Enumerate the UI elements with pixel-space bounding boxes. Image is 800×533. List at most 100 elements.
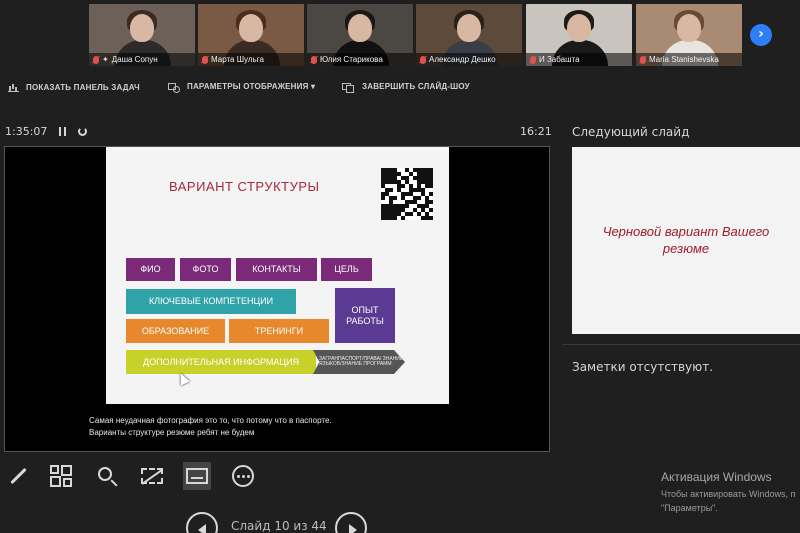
mic-muted-icon: [202, 55, 208, 64]
qr-module: [429, 216, 433, 220]
participant-tile[interactable]: ✦ Даша Сопун: [89, 4, 195, 66]
display-settings-icon: [168, 83, 180, 93]
qr-module: [405, 204, 409, 208]
display-settings-label: ПАРАМЕТРЫ ОТОБРАЖЕНИЯ ▾: [187, 82, 316, 91]
qr-module: [429, 184, 433, 188]
mic-muted-icon: [311, 55, 317, 64]
next-slide-title: Черновой вариант Вашего резюме: [602, 223, 770, 256]
watermark-line-2: "Параметры".: [661, 502, 718, 513]
participant-name-bar: Александр Дешко: [416, 53, 522, 66]
participant-name-bar: Юлия Старикова: [307, 53, 413, 66]
avatar: [567, 14, 591, 42]
avatar: [130, 14, 154, 42]
black-screen-icon: [141, 468, 163, 484]
block-trainings: ТРЕНИНГИ: [229, 319, 329, 343]
block-contacts: КОНТАКТЫ: [236, 258, 317, 281]
block-fio: ФИО: [126, 258, 175, 281]
participant-name: Maria Stanishevska: [649, 55, 719, 64]
slide-title: ВАРИАНТ СТРУКТУРЫ: [169, 179, 320, 194]
block-arrow-details: ЗАГРАНПАСПОРТ/ПРАВА/ ЗНАНИЕ ЯЗЫКОВ/ЗНАНИ…: [313, 350, 405, 374]
qr-module: [389, 188, 393, 192]
presenter-toolbar: ПОКАЗАТЬ ПАНЕЛЬ ЗАДАЧ ПАРАМЕТРЫ ОТОБРАЖЕ…: [0, 78, 800, 100]
participant-tile[interactable]: Юлия Старикова: [307, 4, 413, 66]
presenter-tools: [0, 458, 560, 494]
show-taskbar-button[interactable]: ПОКАЗАТЬ ПАНЕЛЬ ЗАДАЧ: [8, 82, 140, 92]
zoom-button[interactable]: [93, 462, 121, 490]
black-screen-button[interactable]: [138, 462, 166, 490]
avatar: [677, 14, 701, 42]
subtitles-icon: [186, 468, 208, 484]
block-competencies: КЛЮЧЕВЫЕ КОМПЕТЕНЦИИ: [126, 289, 296, 314]
current-slide-stage[interactable]: ВАРИАНТ СТРУКТУРЫ ФИО ФОТО КОНТАКТЫ ЦЕЛЬ…: [4, 146, 550, 452]
next-slide-button[interactable]: [335, 512, 367, 533]
pen-tool-button[interactable]: [4, 462, 32, 490]
taskbar-icon: [8, 82, 19, 92]
avatar: [457, 14, 481, 42]
qr-module: [429, 192, 433, 196]
subtitles-button[interactable]: [183, 462, 211, 490]
watermark-line-1: Чтобы активировать Windows, п: [661, 489, 796, 499]
participant-tile[interactable]: Марта Шульга: [198, 4, 304, 66]
mic-muted-icon: [640, 55, 646, 64]
qr-module: [417, 196, 421, 200]
qr-module: [381, 196, 385, 200]
slide-counter[interactable]: Слайд 10 из 44: [231, 519, 327, 533]
pen-icon: [8, 466, 28, 486]
pin-icon: ✦: [102, 54, 109, 64]
next-slide-preview[interactable]: Черновой вариант Вашего резюме: [572, 147, 800, 334]
watermark-title: Активация Windows: [661, 470, 772, 484]
end-slideshow-icon: [342, 83, 354, 93]
end-slideshow-label: ЗАВЕРШИТЬ СЛАЙД-ШОУ: [362, 82, 470, 91]
mic-muted-icon: [93, 55, 99, 64]
participant-name: Юлия Старикова: [320, 55, 383, 64]
mic-muted-icon: [530, 55, 536, 64]
display-settings-button[interactable]: ПАРАМЕТРЫ ОТОБРАЖЕНИЯ ▾: [168, 82, 316, 93]
next-slide-label: Следующий слайд: [572, 125, 690, 139]
qr-module: [429, 208, 433, 212]
block-experience: ОПЫТ РАБОТЫ: [335, 288, 395, 343]
next-participants-button[interactable]: ›: [750, 24, 772, 46]
windows-activation-watermark: Активация Windows Чтобы активировать Win…: [661, 470, 795, 515]
reset-timer-icon[interactable]: [78, 127, 88, 136]
more-options-button[interactable]: [229, 462, 257, 490]
participant-name-bar: И Забашта: [526, 53, 632, 66]
elapsed-timer: 1:35:07: [5, 125, 88, 138]
speaker-notes-line-1: Самая неудачная фотография это то, что п…: [89, 416, 332, 425]
qr-module: [429, 200, 433, 204]
more-icon: [232, 465, 254, 487]
show-taskbar-label: ПОКАЗАТЬ ПАНЕЛЬ ЗАДАЧ: [26, 82, 140, 92]
end-slideshow-button[interactable]: ЗАВЕРШИТЬ СЛАЙД-ШОУ: [342, 82, 470, 93]
participant-name-bar: Марта Шульга: [198, 53, 304, 66]
block-goal: ЦЕЛЬ: [321, 258, 372, 281]
qr-module: [409, 212, 413, 216]
participant-name-bar: Maria Stanishevska: [636, 53, 742, 66]
panel-divider: [562, 344, 800, 345]
participant-tile[interactable]: Александр Дешко: [416, 4, 522, 66]
speaker-notes-caption: Самая неудачная фотография это то, что п…: [89, 415, 389, 439]
pause-icon[interactable]: [59, 127, 67, 136]
participant-name: Александр Дешко: [429, 55, 496, 64]
elapsed-time: 1:35:07: [5, 125, 48, 138]
block-education: ОБРАЗОВАНИЕ: [126, 319, 225, 343]
participant-tile[interactable]: Maria Stanishevska: [636, 4, 742, 66]
avatar: [348, 14, 372, 42]
slide-navigation: Слайд 10 из 44: [186, 512, 386, 533]
participant-name: И Забашта: [539, 55, 580, 64]
qr-module: [401, 184, 405, 188]
notes-panel-text: Заметки отсутствуют.: [572, 360, 714, 374]
previous-slide-button[interactable]: [186, 512, 218, 533]
speaker-notes-line-2: Варианты структуре резюме ребят не будем: [89, 428, 255, 437]
block-additional: ДОПОЛНИТЕЛЬНАЯ ИНФОРМАЦИЯ: [126, 350, 316, 374]
slides-grid-icon: [50, 465, 72, 487]
participant-name-bar: ✦ Даша Сопун: [89, 53, 195, 66]
qr-code-icon: [381, 168, 433, 220]
current-time: 16:21: [520, 125, 552, 138]
participant-tile[interactable]: И Забашта: [526, 4, 632, 66]
avatar: [239, 14, 263, 42]
participant-name: Даша Сопун: [111, 55, 158, 64]
qr-module: [393, 216, 397, 220]
current-slide: ВАРИАНТ СТРУКТУРЫ ФИО ФОТО КОНТАКТЫ ЦЕЛЬ…: [106, 147, 449, 404]
see-all-slides-button[interactable]: [47, 462, 75, 490]
participant-name: Марта Шульга: [211, 55, 264, 64]
qr-module: [401, 216, 405, 220]
